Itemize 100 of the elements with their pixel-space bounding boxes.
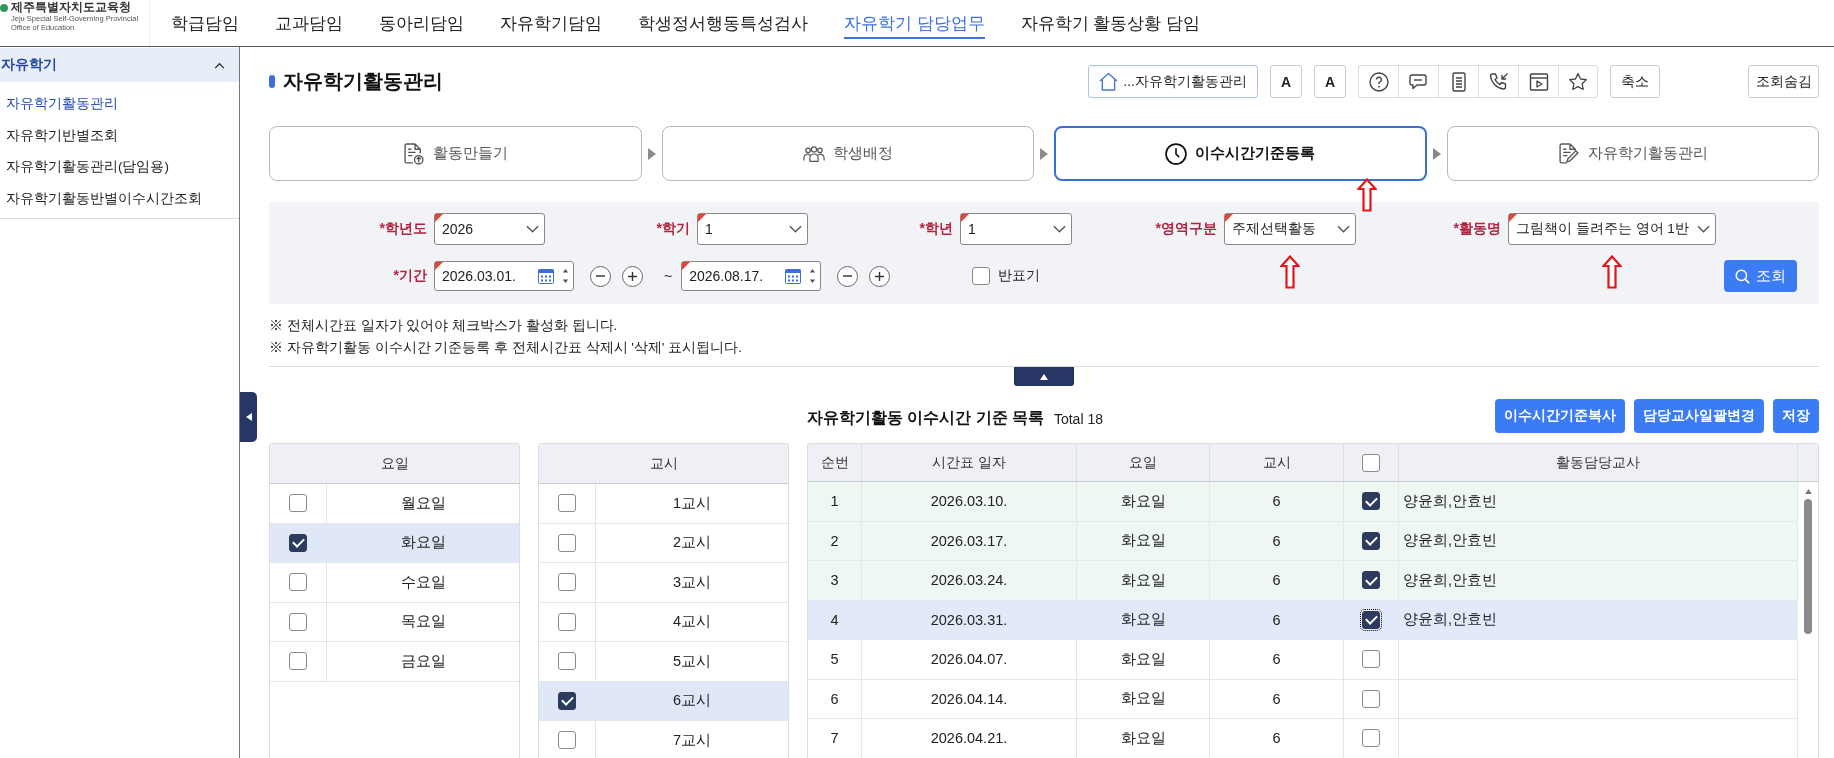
minus-button[interactable] bbox=[837, 265, 859, 287]
table-row[interactable]: 화요일 bbox=[270, 523, 519, 563]
star-button[interactable] bbox=[1558, 65, 1598, 98]
step-tab[interactable]: 자유학기활동관리 bbox=[1446, 126, 1819, 181]
dropdown[interactable]: 1 bbox=[697, 213, 808, 245]
table-row[interactable]: 3 2026.03.24. 화요일 6 양윤희,안효빈 bbox=[808, 561, 1798, 601]
checkbox[interactable] bbox=[558, 494, 576, 513]
document-arrow-icon bbox=[402, 142, 425, 165]
note-text: ※ 전체시간표 일자가 있어야 체크박스가 활성화 됩니다. bbox=[269, 317, 619, 335]
checkbox[interactable] bbox=[1362, 531, 1380, 550]
step-tab[interactable]: 활동만들기 bbox=[269, 126, 642, 181]
checkbox[interactable] bbox=[558, 691, 576, 710]
checkbox[interactable] bbox=[289, 652, 307, 671]
table-cell: 3 bbox=[830, 572, 839, 589]
table-row[interactable]: 5 2026.04.07. 화요일 6 bbox=[808, 640, 1798, 680]
nav-tab[interactable]: 동아리담임 bbox=[379, 11, 464, 39]
table-cell: 양윤희,안효빈 bbox=[1403, 531, 1498, 551]
plus-button[interactable] bbox=[869, 265, 891, 287]
checkbox[interactable] bbox=[289, 573, 307, 592]
checkbox[interactable] bbox=[1362, 689, 1380, 708]
table-row[interactable]: 금요일 bbox=[270, 642, 519, 682]
collapse-panel-button[interactable] bbox=[1014, 367, 1074, 386]
table-row[interactable]: 1교시 bbox=[539, 484, 788, 524]
sidebar-item[interactable]: 자유학기활동관리(담임용) bbox=[0, 151, 239, 183]
action-button[interactable]: 이수시간기준복사 bbox=[1495, 399, 1625, 433]
nav-tab[interactable]: 교과담임 bbox=[275, 11, 343, 39]
nav-tab[interactable]: 학급담임 bbox=[171, 11, 239, 39]
column-header: 활동담당교사 bbox=[1399, 444, 1798, 481]
action-button[interactable]: 담당교사일괄변경 bbox=[1634, 399, 1764, 433]
table-row[interactable]: 2교시 bbox=[539, 523, 788, 563]
nav-tab[interactable]: 자유학기 활동상황 담임 bbox=[1020, 11, 1201, 39]
dropdown[interactable]: 2026 bbox=[434, 213, 545, 245]
table-cell: 목요일 bbox=[400, 612, 446, 632]
table-cell: 2026.03.24. bbox=[930, 572, 1008, 589]
nav-tab[interactable]: 자유학기담임 bbox=[500, 11, 602, 39]
sidebar-item[interactable]: 자유학기활동관리 bbox=[0, 88, 239, 120]
font-size-button[interactable]: A bbox=[1314, 65, 1346, 98]
plus-button[interactable] bbox=[622, 265, 643, 287]
checkbox[interactable] bbox=[972, 267, 991, 285]
table-cell: 4교시 bbox=[672, 612, 712, 632]
table-row[interactable]: 월요일 bbox=[270, 484, 519, 524]
nav-tab[interactable]: 학생정서행동특성검사 bbox=[638, 11, 808, 39]
chat-button[interactable] bbox=[1398, 65, 1438, 98]
video-button[interactable] bbox=[1518, 65, 1558, 98]
clock-icon bbox=[1165, 142, 1188, 165]
checkbox[interactable] bbox=[1362, 650, 1380, 669]
checkbox[interactable] bbox=[289, 612, 307, 631]
table-row[interactable]: 목요일 bbox=[270, 602, 519, 642]
action-button[interactable]: 저장 bbox=[1773, 399, 1819, 433]
step-tab[interactable]: 이수시간기준등록 bbox=[1054, 126, 1427, 181]
chevron-down-icon bbox=[1337, 225, 1350, 233]
sidebar-item[interactable]: 자유학기활동반별이수시간조회 bbox=[0, 182, 239, 214]
breadcrumb-button[interactable]: ...자유학기활동관리 bbox=[1088, 65, 1258, 98]
table-row[interactable]: 4교시 bbox=[539, 602, 788, 642]
phone-button[interactable] bbox=[1478, 65, 1518, 98]
help-button[interactable] bbox=[1358, 65, 1398, 98]
hide-search-button[interactable]: 조회숨김 bbox=[1748, 65, 1819, 98]
table-row[interactable]: 2 2026.03.17. 화요일 6 양윤희,안효빈 bbox=[808, 521, 1798, 561]
font-size-button[interactable]: A bbox=[1270, 65, 1302, 98]
sidebar-section-header[interactable]: 자유학기 bbox=[0, 48, 239, 82]
checkbox[interactable] bbox=[1362, 729, 1380, 748]
checkbox[interactable] bbox=[1362, 571, 1380, 590]
dropdown[interactable]: 그림책이 들려주는 영어 1반 bbox=[1508, 213, 1716, 245]
collapse-button[interactable]: 축소 bbox=[1610, 65, 1660, 98]
dropdown[interactable]: 1 bbox=[960, 213, 1072, 245]
table-row[interactable]: 수요일 bbox=[270, 563, 519, 603]
checkbox[interactable] bbox=[558, 731, 576, 750]
checkbox[interactable] bbox=[1362, 492, 1380, 511]
scroll-up-icon[interactable] bbox=[1804, 489, 1812, 494]
table-row[interactable]: 1 2026.03.10. 화요일 6 양윤희,안효빈 bbox=[808, 482, 1798, 522]
table-row[interactable]: 3교시 bbox=[539, 563, 788, 603]
sidebar-item[interactable]: 자유학기반별조회 bbox=[0, 119, 239, 151]
step-tab[interactable]: 학생배정 bbox=[661, 126, 1034, 181]
table-cell: 양윤희,안효빈 bbox=[1403, 491, 1498, 511]
select-all-checkbox[interactable] bbox=[1362, 453, 1380, 472]
checkbox[interactable] bbox=[558, 573, 576, 592]
table-row[interactable]: 6 2026.04.14. 화요일 6 bbox=[808, 679, 1798, 719]
checkbox[interactable] bbox=[289, 494, 307, 513]
table-cell: 화요일 bbox=[400, 533, 446, 553]
table-cell: 3교시 bbox=[672, 572, 712, 592]
checkbox[interactable] bbox=[289, 533, 307, 552]
checkbox[interactable] bbox=[558, 652, 576, 671]
sidebar-toggle-button[interactable] bbox=[240, 392, 257, 442]
checkbox[interactable] bbox=[558, 533, 576, 552]
scrollbar-thumb[interactable] bbox=[1804, 499, 1812, 634]
nav-tab[interactable]: 자유학기 담당업무 bbox=[844, 11, 985, 39]
search-button[interactable]: 조회 bbox=[1724, 260, 1797, 292]
minus-button[interactable] bbox=[590, 265, 611, 287]
document-button[interactable] bbox=[1438, 65, 1478, 98]
checkbox[interactable] bbox=[558, 612, 576, 631]
table-row[interactable]: 4 2026.03.31. 화요일 6 양윤희,안효빈 bbox=[808, 600, 1798, 640]
dropdown[interactable]: 주제선택활동 bbox=[1224, 213, 1356, 245]
checkbox[interactable] bbox=[1362, 610, 1380, 629]
table-row[interactable]: 5교시 bbox=[539, 642, 788, 682]
table-row[interactable]: 6교시 bbox=[539, 681, 788, 721]
date-field[interactable]: 2026.03.01. bbox=[434, 261, 574, 291]
chevron-down-icon bbox=[1697, 225, 1710, 233]
caret-up-icon bbox=[1040, 373, 1048, 380]
date-field[interactable]: 2026.08.17. bbox=[681, 261, 822, 291]
required-corner-icon bbox=[682, 262, 691, 270]
